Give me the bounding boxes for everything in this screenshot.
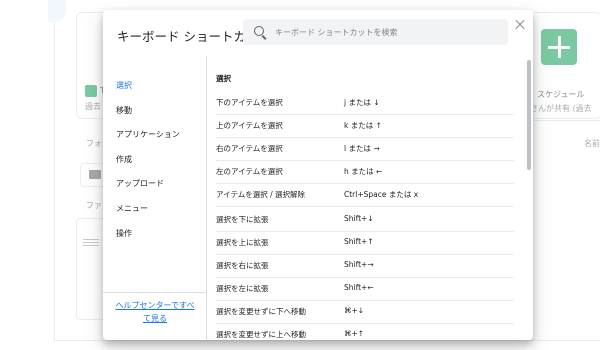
shortcut-action: 選択を変更せずに下へ移動 bbox=[216, 307, 306, 316]
shortcut-keys: l または → bbox=[344, 144, 380, 153]
shortcut-row: 選択を変更せずに上へ移動 ⌘+↑ bbox=[216, 323, 514, 340]
shortcut-row: 選択を下に拡張 Shift+↓ bbox=[216, 208, 514, 232]
nav-item-upload[interactable]: アップロード bbox=[116, 178, 164, 189]
shortcut-keys: Shift+↑ bbox=[344, 237, 374, 246]
shortcut-keys: ⌘+↓ bbox=[344, 306, 365, 315]
category-nav: 選択 移動 アプリケーション 作成 アップロード メニュー 操作 ヘルプセンター… bbox=[103, 56, 207, 340]
shortcut-row: 選択を上に拡張 Shift+↑ bbox=[216, 231, 514, 255]
shortcut-action: 下のアイテムを選択 bbox=[216, 98, 283, 107]
search-icon bbox=[254, 26, 264, 36]
shortcut-row: 左のアイテムを選択 h または ← bbox=[216, 160, 514, 184]
nav-divider bbox=[103, 292, 206, 293]
help-center-link[interactable]: ヘルプセンターですべて見る bbox=[115, 299, 195, 325]
shortcut-keys: j または ↓ bbox=[344, 98, 380, 107]
shortcut-keys: k または ↑ bbox=[344, 121, 382, 130]
scrollbar-thumb[interactable] bbox=[527, 60, 531, 170]
shortcut-action: 選択を下に拡張 bbox=[216, 215, 269, 224]
shortcut-search-input[interactable] bbox=[275, 19, 500, 45]
close-icon[interactable] bbox=[513, 18, 527, 32]
shortcut-action: 右のアイテムを選択 bbox=[216, 144, 283, 153]
shortcut-keys: h または ← bbox=[344, 167, 383, 176]
shortcut-keys: Shift+→ bbox=[344, 260, 374, 269]
nav-item-menu[interactable]: メニュー bbox=[116, 203, 148, 214]
shortcut-row: 上のアイテムを選択 k または ↑ bbox=[216, 114, 514, 138]
shortcut-action: 選択を変更せずに上へ移動 bbox=[216, 330, 306, 339]
shortcut-row: 選択を左に拡張 Shift+← bbox=[216, 277, 514, 301]
nav-item-create[interactable]: 作成 bbox=[116, 154, 132, 165]
shortcut-keys: Ctrl+Space または x bbox=[344, 190, 419, 199]
nav-item-move[interactable]: 移動 bbox=[116, 105, 132, 116]
shortcut-action: 選択を右に拡張 bbox=[216, 261, 269, 270]
nav-item-application[interactable]: アプリケーション bbox=[116, 129, 180, 140]
shortcut-search-box[interactable] bbox=[243, 19, 508, 45]
nav-item-select[interactable]: 選択 bbox=[116, 80, 132, 91]
shortcut-keys: Shift+↓ bbox=[344, 214, 374, 223]
shortcut-action: 左のアイテムを選択 bbox=[216, 167, 283, 176]
section-title: 選択 bbox=[216, 74, 231, 83]
keyboard-shortcuts-dialog: キーボード ショートカット 選択 移動 アプリケーション 作成 アップロード メ… bbox=[103, 10, 533, 340]
nav-item-actions[interactable]: 操作 bbox=[116, 228, 132, 239]
shortcut-row: アイテムを選択 / 選択解除 Ctrl+Space または x bbox=[216, 183, 514, 207]
shortcut-action: 選択を左に拡張 bbox=[216, 284, 269, 293]
shortcut-keys: Shift+← bbox=[344, 283, 374, 292]
shortcut-row: 選択を右に拡張 Shift+→ bbox=[216, 254, 514, 278]
shortcut-row: 選択を変更せずに下へ移動 ⌘+↓ bbox=[216, 300, 514, 324]
shortcut-row: 下のアイテムを選択 j または ↓ bbox=[216, 91, 514, 115]
shortcut-keys: ⌘+↑ bbox=[344, 329, 365, 338]
shortcut-action: 選択を上に拡張 bbox=[216, 238, 269, 247]
shortcut-action: アイテムを選択 / 選択解除 bbox=[216, 190, 306, 199]
shortcut-action: 上のアイテムを選択 bbox=[216, 121, 283, 130]
shortcut-list: 選択 下のアイテムを選択 j または ↓ 上のアイテムを選択 k または ↑ 右… bbox=[207, 56, 523, 340]
shortcut-row: 右のアイテムを選択 l または → bbox=[216, 137, 514, 161]
